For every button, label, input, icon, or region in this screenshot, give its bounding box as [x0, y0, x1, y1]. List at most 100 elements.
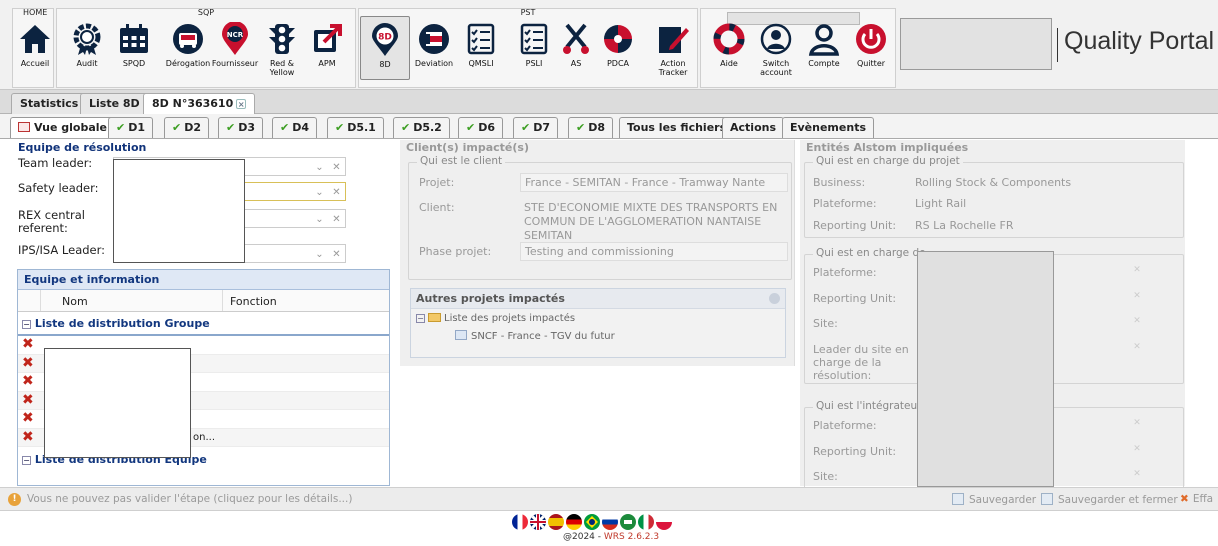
field-label: IPS/ISA Leader:	[18, 243, 106, 257]
subtab-d7[interactable]: ✔ D7	[513, 117, 559, 138]
accueil-button[interactable]: Accueil	[10, 16, 60, 80]
group-title: Liste de distribution Groupe	[34, 317, 210, 330]
collapse-icon[interactable]: −	[22, 320, 31, 329]
flag-br-icon[interactable]	[584, 514, 600, 530]
flag-ru-icon[interactable]	[602, 514, 618, 530]
phase-label: Phase projet:	[419, 245, 492, 258]
field-label: Safety leader:	[18, 181, 99, 195]
compte-button[interactable]: Compte	[799, 16, 849, 80]
version-info: @2024 - WRS 2.6.2.3	[563, 532, 659, 542]
subtab-d1[interactable]: ✔ D1	[108, 117, 154, 138]
spqd-button[interactable]: SPQD	[109, 16, 159, 80]
clear-icon[interactable]: ✕	[1130, 469, 1144, 487]
business-label: Business:	[813, 176, 866, 189]
group-distribution-header[interactable]: − Liste de distribution Groupe	[18, 312, 389, 336]
clear-icon[interactable]: ✕	[328, 245, 345, 264]
delete-icon[interactable]: ✖	[22, 355, 34, 371]
project-owner-fieldset: Qui est en charge du projet Business: Ro…	[804, 155, 1184, 238]
clear-icon[interactable]: ✕	[1130, 291, 1144, 309]
phase-select[interactable]: Testing and commissioning	[520, 242, 788, 261]
qmsli-button[interactable]: QMSLI	[456, 16, 506, 80]
delete-icon[interactable]: ✖	[22, 429, 34, 445]
validation-warning-link[interactable]: Vous ne pouvez pas valider l'étape (cliq…	[27, 493, 352, 505]
subtab-d6[interactable]: ✔ D6	[458, 117, 504, 138]
traffic-light-icon	[269, 24, 295, 54]
collapse-icon[interactable]: −	[416, 314, 425, 323]
delete-icon[interactable]: ✖	[22, 392, 34, 408]
tree-root[interactable]: − Liste des projets impactés	[416, 313, 575, 324]
subtab-vue-globale[interactable]: Vue globale	[10, 117, 115, 138]
derogation-button[interactable]: Dérogation	[163, 16, 213, 80]
client-value: STE D'ECONOMIE MIXTE DES TRANSPORTS EN C…	[524, 201, 778, 242]
flag-uk-icon[interactable]	[530, 514, 546, 530]
clear-icon[interactable]: ✕	[1130, 444, 1144, 462]
projet-select[interactable]: France - SEMITAN - France - Tramway Nant…	[520, 173, 788, 192]
pdca-button[interactable]: PDCA	[593, 16, 643, 80]
flag-other-icon[interactable]	[620, 514, 636, 530]
switch-account-button[interactable]: Switch account	[751, 16, 801, 80]
reporting-unit-label: Reporting Unit:	[813, 292, 897, 305]
fournisseur-button[interactable]: NCR Fournisseur	[210, 16, 260, 80]
section-title: Client(s) impacté(s)	[406, 141, 529, 154]
subtab-d5-2[interactable]: ✔ D5.2	[393, 117, 450, 138]
subtab-d3[interactable]: ✔ D3	[218, 117, 264, 138]
chevron-down-icon[interactable]: ⌄	[311, 158, 328, 177]
close-tab-icon[interactable]: ×	[236, 99, 247, 109]
aide-label: Aide	[720, 59, 738, 68]
8d-button[interactable]: 8D 8D	[360, 16, 410, 80]
save-close-button[interactable]: Sauvegarder et fermer	[1041, 493, 1178, 506]
tab-statistics[interactable]: Statistics	[11, 93, 88, 114]
clear-icon[interactable]: ✕	[328, 158, 345, 177]
clear-icon[interactable]: ✕	[1130, 342, 1144, 360]
delete-icon: ✖	[1180, 493, 1189, 505]
save-button[interactable]: Sauvegarder	[952, 493, 1036, 506]
subtab-d2[interactable]: ✔ D2	[164, 117, 210, 138]
red-yellow-button[interactable]: Red & Yellow	[257, 16, 307, 80]
action-tracker-button[interactable]: Action Tracker	[648, 16, 698, 80]
collapse-icon[interactable]: −	[22, 456, 31, 465]
delete-icon[interactable]: ✖	[22, 411, 34, 426]
chevron-down-icon[interactable]: ⌄	[311, 245, 328, 264]
clear-icon[interactable]: ✕	[1130, 265, 1144, 283]
chevron-down-icon[interactable]: ⌄	[311, 210, 328, 229]
delete-icon[interactable]: ✖	[22, 337, 34, 352]
version-number[interactable]: WRS 2.6.2.3	[604, 532, 659, 542]
subtab-actions[interactable]: Actions	[722, 117, 784, 138]
clear-icon[interactable]: ✕	[328, 183, 345, 202]
tree-item[interactable]: SNCF - France - TGV du futur	[455, 330, 615, 342]
accueil-label: Accueil	[20, 59, 50, 68]
flag-es-icon[interactable]	[548, 514, 564, 530]
subtab-tous-les-fichiers[interactable]: Tous les fichiers	[619, 117, 735, 138]
flag-pl-icon[interactable]	[656, 514, 672, 530]
flag-fr-icon[interactable]	[512, 514, 528, 530]
flag-de-icon[interactable]	[566, 514, 582, 530]
column-header-nom[interactable]: Nom	[62, 295, 88, 308]
pencil-icon	[659, 27, 689, 53]
client-label: Client:	[419, 201, 455, 214]
subtab-label: Vue globale	[34, 121, 107, 134]
aide-button[interactable]: Aide	[704, 16, 754, 80]
subtab-label: D3	[238, 121, 256, 134]
subtab-d8[interactable]: ✔ D8	[568, 117, 614, 138]
clear-icon[interactable]: ✕	[328, 210, 345, 229]
tab-liste-8d[interactable]: Liste 8D	[80, 93, 149, 114]
apm-button[interactable]: APM	[302, 16, 352, 80]
delete-icon[interactable]: ✖	[22, 374, 34, 389]
flag-it-icon[interactable]	[638, 514, 654, 530]
subtab-evenements[interactable]: Evènements	[782, 117, 874, 138]
clear-icon[interactable]: ✕	[1130, 316, 1144, 334]
audit-button[interactable]: Audit	[62, 16, 112, 80]
clear-icon[interactable]: ✕	[1130, 418, 1144, 436]
quitter-button[interactable]: Quitter	[846, 16, 896, 80]
delete-button[interactable]: ✖ Effa	[1180, 493, 1213, 505]
column-header-fonction[interactable]: Fonction	[230, 295, 277, 308]
subtab-d4[interactable]: ✔ D4	[272, 117, 318, 138]
chevron-down-icon[interactable]: ⌄	[311, 183, 328, 202]
subtab-d5-1[interactable]: ✔ D5.1	[327, 117, 384, 138]
tab-8d-detail[interactable]: 8D N°363610 ×	[143, 93, 256, 115]
client-fieldset: Qui est le client Projet: France - SEMIT…	[408, 155, 792, 280]
collapse-panel-icon[interactable]	[769, 293, 780, 304]
deviation-button[interactable]: Deviation	[409, 16, 459, 80]
team-grid-title: Equipe et information	[18, 270, 389, 290]
folder-icon	[428, 313, 441, 322]
